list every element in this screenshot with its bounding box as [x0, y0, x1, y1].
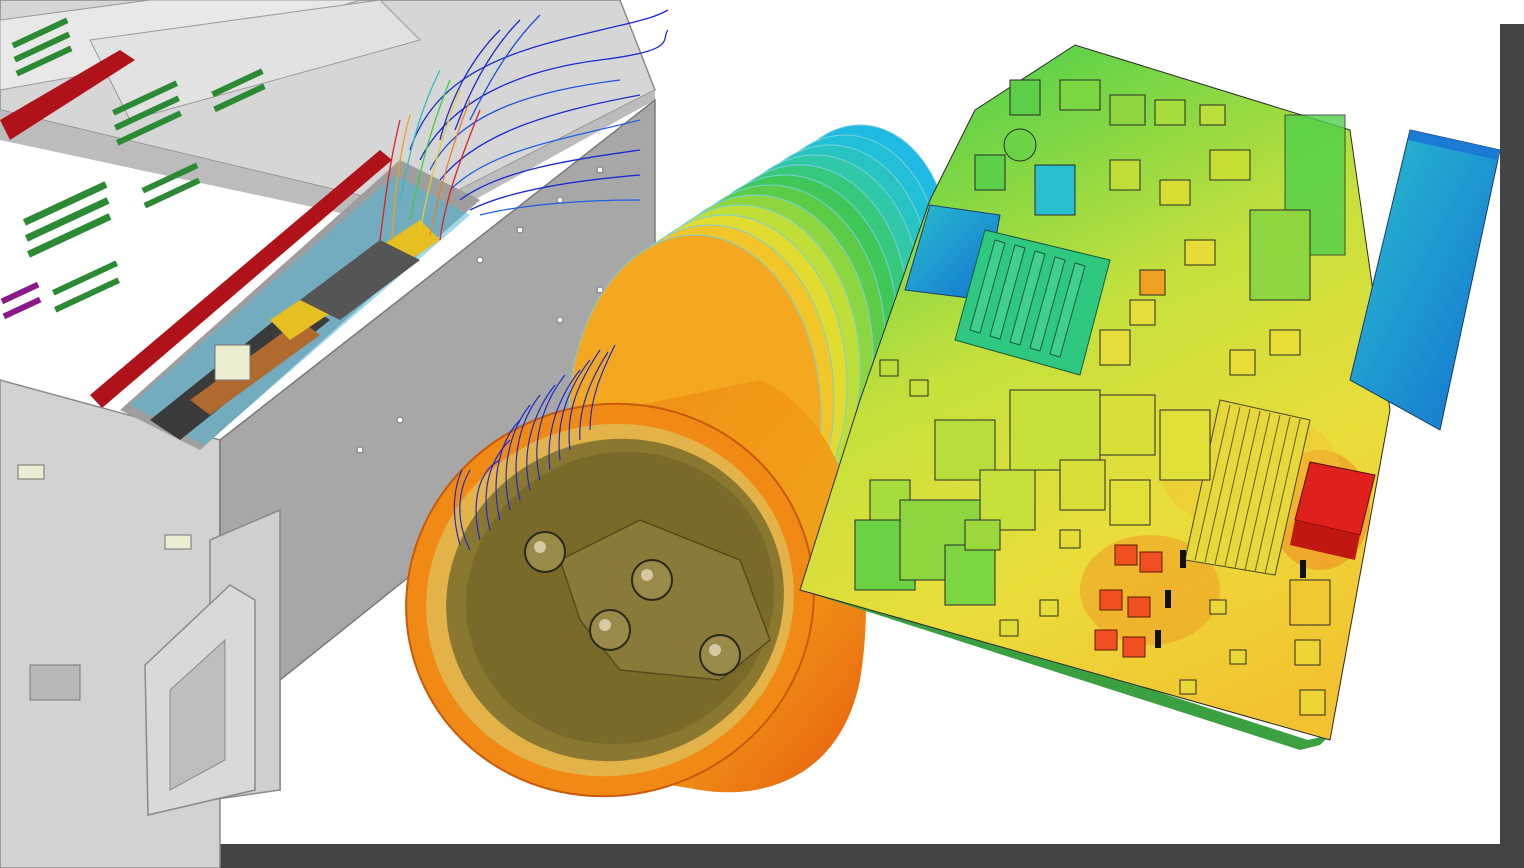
scene-canvas [0, 0, 1524, 868]
scene-stage [0, 0, 1524, 868]
